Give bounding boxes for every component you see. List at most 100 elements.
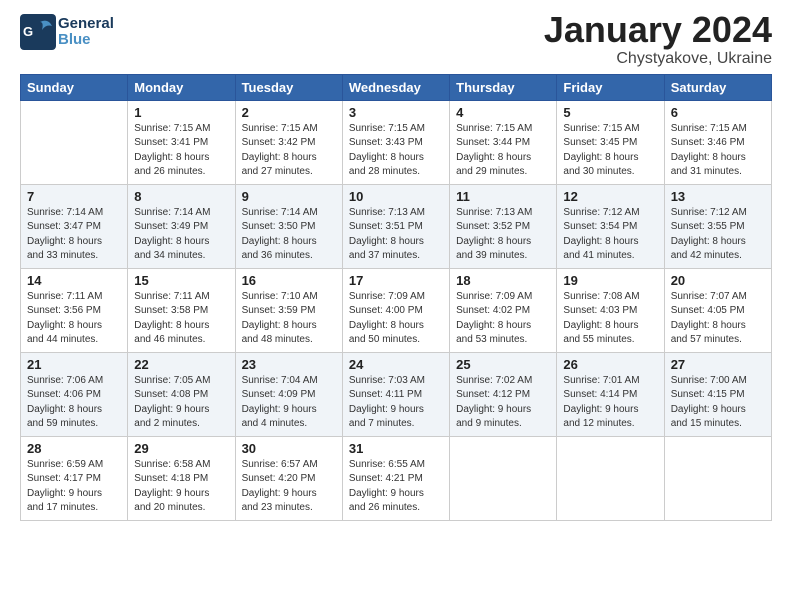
day-number: 14 bbox=[27, 273, 121, 288]
day-number: 5 bbox=[563, 105, 657, 120]
day-info: Sunrise: 7:12 AM Sunset: 3:55 PM Dayligh… bbox=[671, 206, 765, 264]
col-header-wednesday: Wednesday bbox=[342, 74, 449, 100]
day-cell: 9 Sunrise: 7:14 AM Sunset: 3:50 PM Daylig… bbox=[235, 184, 342, 268]
day-number: 16 bbox=[242, 273, 336, 288]
day-cell: 7Sunrise: 7:14 AM Sunset: 3:47 PM Daylig… bbox=[21, 184, 128, 268]
day-info: Sunrise: 7:15 AM Sunset: 3:45 PM Dayligh… bbox=[563, 122, 657, 180]
day-number: 15 bbox=[134, 273, 228, 288]
day-cell bbox=[450, 436, 557, 520]
day-number: 4 bbox=[456, 105, 550, 120]
day-number: 27 bbox=[671, 357, 765, 372]
logo-general: General bbox=[58, 16, 114, 33]
day-cell: 4 Sunrise: 7:15 AM Sunset: 3:44 PM Daylig… bbox=[450, 100, 557, 184]
day-cell: 1 Sunrise: 7:15 AM Sunset: 3:41 PM Daylig… bbox=[128, 100, 235, 184]
day-cell: 11 Sunrise: 7:13 AM Sunset: 3:52 PM Dayli… bbox=[450, 184, 557, 268]
calendar-table: SundayMondayTuesdayWednesdayThursdayFrid… bbox=[20, 74, 772, 521]
day-info: Sunrise: 7:07 AM Sunset: 4:05 PM Dayligh… bbox=[671, 290, 765, 348]
day-cell: 13 Sunrise: 7:12 AM Sunset: 3:55 PM Dayli… bbox=[664, 184, 771, 268]
day-info: Sunrise: 7:14 AM Sunset: 3:49 PM Dayligh… bbox=[134, 206, 228, 264]
week-row-4: 21Sunrise: 7:06 AM Sunset: 4:06 PM Dayli… bbox=[21, 352, 772, 436]
day-number: 26 bbox=[563, 357, 657, 372]
page: G General Blue January 2024 Chystyakove,… bbox=[0, 0, 792, 612]
day-number: 22 bbox=[134, 357, 228, 372]
col-header-friday: Friday bbox=[557, 74, 664, 100]
day-number: 28 bbox=[27, 441, 121, 456]
day-cell: 21Sunrise: 7:06 AM Sunset: 4:06 PM Dayli… bbox=[21, 352, 128, 436]
day-info: Sunrise: 7:13 AM Sunset: 3:52 PM Dayligh… bbox=[456, 206, 550, 264]
day-number: 31 bbox=[349, 441, 443, 456]
day-info: Sunrise: 7:02 AM Sunset: 4:12 PM Dayligh… bbox=[456, 374, 550, 432]
day-cell: 16Sunrise: 7:10 AM Sunset: 3:59 PM Dayli… bbox=[235, 268, 342, 352]
col-header-thursday: Thursday bbox=[450, 74, 557, 100]
day-info: Sunrise: 7:05 AM Sunset: 4:08 PM Dayligh… bbox=[134, 374, 228, 432]
day-info: Sunrise: 7:12 AM Sunset: 3:54 PM Dayligh… bbox=[563, 206, 657, 264]
day-number: 13 bbox=[671, 189, 765, 204]
day-cell bbox=[21, 100, 128, 184]
day-info: Sunrise: 7:15 AM Sunset: 3:46 PM Dayligh… bbox=[671, 122, 765, 180]
day-info: Sunrise: 6:55 AM Sunset: 4:21 PM Dayligh… bbox=[349, 458, 443, 516]
day-cell bbox=[664, 436, 771, 520]
day-number: 19 bbox=[563, 273, 657, 288]
col-header-saturday: Saturday bbox=[664, 74, 771, 100]
day-cell: 31 Sunrise: 6:55 AM Sunset: 4:21 PM Dayli… bbox=[342, 436, 449, 520]
day-cell: 22 Sunrise: 7:05 AM Sunset: 4:08 PM Dayli… bbox=[128, 352, 235, 436]
day-cell: 12Sunrise: 7:12 AM Sunset: 3:54 PM Dayli… bbox=[557, 184, 664, 268]
day-info: Sunrise: 7:04 AM Sunset: 4:09 PM Dayligh… bbox=[242, 374, 336, 432]
day-cell: 28 Sunrise: 6:59 AM Sunset: 4:17 PM Dayli… bbox=[21, 436, 128, 520]
week-row-2: 7Sunrise: 7:14 AM Sunset: 3:47 PM Daylig… bbox=[21, 184, 772, 268]
logo: G General Blue bbox=[20, 14, 114, 50]
day-cell: 25 Sunrise: 7:02 AM Sunset: 4:12 PM Dayli… bbox=[450, 352, 557, 436]
col-header-monday: Monday bbox=[128, 74, 235, 100]
day-cell bbox=[557, 436, 664, 520]
week-row-3: 14 Sunrise: 7:11 AM Sunset: 3:56 PM Dayli… bbox=[21, 268, 772, 352]
day-number: 1 bbox=[134, 105, 228, 120]
day-info: Sunrise: 7:03 AM Sunset: 4:11 PM Dayligh… bbox=[349, 374, 443, 432]
day-cell: 15 Sunrise: 7:11 AM Sunset: 3:58 PM Dayli… bbox=[128, 268, 235, 352]
day-info: Sunrise: 6:57 AM Sunset: 4:20 PM Dayligh… bbox=[242, 458, 336, 516]
day-number: 9 bbox=[242, 189, 336, 204]
day-cell: 23 Sunrise: 7:04 AM Sunset: 4:09 PM Dayli… bbox=[235, 352, 342, 436]
location-subtitle: Chystyakove, Ukraine bbox=[544, 50, 772, 68]
week-row-1: 1 Sunrise: 7:15 AM Sunset: 3:41 PM Daylig… bbox=[21, 100, 772, 184]
day-info: Sunrise: 7:08 AM Sunset: 4:03 PM Dayligh… bbox=[563, 290, 657, 348]
day-cell: 8 Sunrise: 7:14 AM Sunset: 3:49 PM Daylig… bbox=[128, 184, 235, 268]
day-cell: 10 Sunrise: 7:13 AM Sunset: 3:51 PM Dayli… bbox=[342, 184, 449, 268]
day-number: 25 bbox=[456, 357, 550, 372]
day-cell: 6 Sunrise: 7:15 AM Sunset: 3:46 PM Daylig… bbox=[664, 100, 771, 184]
day-number: 17 bbox=[349, 273, 443, 288]
day-cell: 26Sunrise: 7:01 AM Sunset: 4:14 PM Dayli… bbox=[557, 352, 664, 436]
day-number: 30 bbox=[242, 441, 336, 456]
day-number: 18 bbox=[456, 273, 550, 288]
day-number: 10 bbox=[349, 189, 443, 204]
day-info: Sunrise: 6:59 AM Sunset: 4:17 PM Dayligh… bbox=[27, 458, 121, 516]
day-info: Sunrise: 7:09 AM Sunset: 4:00 PM Dayligh… bbox=[349, 290, 443, 348]
day-number: 3 bbox=[349, 105, 443, 120]
day-number: 29 bbox=[134, 441, 228, 456]
col-header-sunday: Sunday bbox=[21, 74, 128, 100]
day-number: 23 bbox=[242, 357, 336, 372]
day-number: 24 bbox=[349, 357, 443, 372]
day-number: 20 bbox=[671, 273, 765, 288]
day-number: 7 bbox=[27, 189, 121, 204]
day-info: Sunrise: 7:11 AM Sunset: 3:56 PM Dayligh… bbox=[27, 290, 121, 348]
day-info: Sunrise: 7:00 AM Sunset: 4:15 PM Dayligh… bbox=[671, 374, 765, 432]
day-cell: 18Sunrise: 7:09 AM Sunset: 4:02 PM Dayli… bbox=[450, 268, 557, 352]
day-info: Sunrise: 7:14 AM Sunset: 3:50 PM Dayligh… bbox=[242, 206, 336, 264]
week-row-5: 28 Sunrise: 6:59 AM Sunset: 4:17 PM Dayli… bbox=[21, 436, 772, 520]
day-cell: 2Sunrise: 7:15 AM Sunset: 3:42 PM Daylig… bbox=[235, 100, 342, 184]
day-info: Sunrise: 6:58 AM Sunset: 4:18 PM Dayligh… bbox=[134, 458, 228, 516]
day-number: 21 bbox=[27, 357, 121, 372]
day-info: Sunrise: 7:11 AM Sunset: 3:58 PM Dayligh… bbox=[134, 290, 228, 348]
title-block: January 2024 Chystyakove, Ukraine bbox=[544, 10, 772, 68]
day-cell: 29 Sunrise: 6:58 AM Sunset: 4:18 PM Dayli… bbox=[128, 436, 235, 520]
day-number: 8 bbox=[134, 189, 228, 204]
month-title: January 2024 bbox=[544, 10, 772, 50]
day-info: Sunrise: 7:15 AM Sunset: 3:44 PM Dayligh… bbox=[456, 122, 550, 180]
day-cell: 30 Sunrise: 6:57 AM Sunset: 4:20 PM Dayli… bbox=[235, 436, 342, 520]
day-number: 11 bbox=[456, 189, 550, 204]
day-info: Sunrise: 7:15 AM Sunset: 3:41 PM Dayligh… bbox=[134, 122, 228, 180]
day-number: 6 bbox=[671, 105, 765, 120]
day-cell: 5 Sunrise: 7:15 AM Sunset: 3:45 PM Daylig… bbox=[557, 100, 664, 184]
day-cell: 24 Sunrise: 7:03 AM Sunset: 4:11 PM Dayli… bbox=[342, 352, 449, 436]
day-info: Sunrise: 7:13 AM Sunset: 3:51 PM Dayligh… bbox=[349, 206, 443, 264]
